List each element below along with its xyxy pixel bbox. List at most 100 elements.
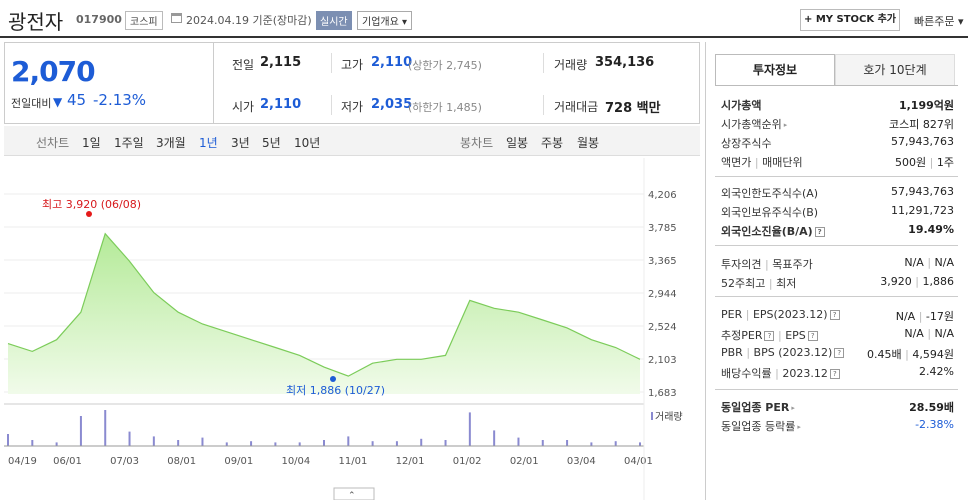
period-1y[interactable]: 1년 (199, 134, 218, 151)
high-marker (86, 211, 92, 217)
foreign-ratio-row: 외국인소진율(B/A)? 19.49% (721, 223, 954, 241)
market-cap-rank-row: 시가총액순위 ▸ 코스피 827위 (721, 116, 954, 134)
volume-bar (566, 440, 569, 446)
sector-per-value: 28.59배 (909, 401, 954, 414)
opinion-value: N/A | N/A (904, 256, 954, 269)
foreign-holding-label: 외국인보유주식수(B) (721, 206, 819, 219)
high-label: 고가 (341, 58, 364, 72)
y-tick-label: 1,683 (648, 388, 677, 399)
stock-code: 017900 (76, 13, 122, 26)
stock-name: 광전자 (8, 10, 64, 34)
candle-monthly[interactable]: 월봉 (577, 134, 599, 151)
foreign-limit-row: 외국인한도주식수(A) 57,943,763 (721, 185, 954, 203)
volume-bar (104, 410, 107, 446)
volume-bar (152, 436, 155, 446)
period-10y[interactable]: 10년 (294, 134, 320, 151)
section-divider (715, 296, 958, 297)
shares-row: 상장주식수 57,943,763 (721, 135, 954, 153)
period-3y[interactable]: 3년 (231, 134, 250, 151)
pbr-value: 0.45배 | 4,594원 (867, 348, 954, 361)
tab-orderbook[interactable]: 호가 10단계 (835, 54, 955, 86)
volume-bar (128, 431, 131, 446)
divider (331, 95, 332, 115)
candle-daily[interactable]: 일봉 (506, 134, 528, 151)
volume-legend-swatch (651, 412, 653, 420)
candle-chart-label: 봉차트 (460, 136, 494, 150)
y-tick-label: 3,365 (648, 256, 677, 267)
dividend-value: 2.42% (919, 365, 954, 378)
x-tick-label: 02/01 (510, 456, 539, 467)
market-cap-rank-value: 코스피 827위 (889, 118, 954, 131)
prev-value: 2,115 (260, 55, 302, 70)
pbr-row: PBR | BPS (2023.12)? 0.45배 | 4,594원 (721, 346, 954, 364)
y-tick-label: 2,524 (648, 322, 677, 333)
chevron-up-icon[interactable]: ⌃ (348, 491, 356, 501)
period-selector: 선차트 1일 1주일 3개월 1년 3년 5년 10년 봉차트 일봉 주봉 월봉 (4, 126, 700, 156)
x-tick-label: 10/04 (281, 456, 310, 467)
low-annotation: 최저 1,886 (10/27) (286, 384, 385, 397)
line-chart-label: 선차트 (36, 136, 70, 150)
company-info-dropdown[interactable]: 기업개요 ▾ (357, 11, 412, 30)
section-divider (715, 245, 958, 246)
help-icon[interactable]: ? (834, 348, 845, 358)
high-value: 2,110 (371, 55, 413, 70)
dividend-label: 배당수익률 | 2023.12? (721, 365, 840, 381)
market-cap-label: 시가총액 (721, 99, 762, 112)
price-stats: 전일 2,115 고가 2,110 (상한가 2,745) 거래량 354,13… (214, 42, 700, 124)
volume-bar (250, 441, 253, 446)
volume-bar (371, 441, 374, 446)
per-value: N/A | -17원 (895, 310, 954, 323)
triangle-icon: ▸ (791, 404, 795, 412)
y-tick-label: 3,785 (648, 223, 677, 234)
x-tick-label: 03/04 (567, 456, 596, 467)
volume-bar (274, 442, 277, 446)
diff-value: 45 (67, 91, 87, 109)
x-tick-label: 09/01 (224, 456, 253, 467)
market-badge: 코스피 (125, 11, 163, 30)
upper-limit: (상한가 2,745) (408, 59, 482, 72)
help-icon[interactable]: ? (829, 310, 840, 320)
current-price: 2,070 (11, 55, 96, 88)
price-chart: 4,206 3,785 3,365 2,944 2,524 2,103 1,683 04/1… (4, 158, 700, 501)
triangle-icon: ▸ (783, 121, 788, 129)
volume-label: 거래량 (554, 58, 588, 72)
sector-per-label: 동일업종 PER ▸ (721, 401, 795, 414)
volume-bar (420, 438, 423, 446)
shares-label: 상장주식수 (721, 137, 772, 150)
period-1w[interactable]: 1주일 (114, 134, 144, 151)
help-icon[interactable]: ? (764, 331, 775, 341)
high-annotation: 최고 3,920 (06/08) (42, 198, 141, 211)
52week-value: 3,920 | 1,886 (880, 275, 954, 288)
volume-bar (468, 412, 471, 446)
tab-investment-info[interactable]: 투자정보 (715, 54, 835, 86)
add-mystock-button[interactable]: + MY STOCK 추가 (800, 9, 900, 31)
low-value: 2,035 (371, 97, 413, 112)
help-icon[interactable]: ? (807, 331, 818, 341)
period-3m[interactable]: 3개월 (156, 134, 186, 151)
volume-bar (590, 442, 593, 446)
help-icon[interactable]: ? (814, 227, 825, 237)
open-label: 시가 (232, 100, 255, 114)
realtime-button[interactable]: 실시간 (316, 11, 352, 30)
foreign-holding-row: 외국인보유주식수(B) 11,291,723 (721, 204, 954, 222)
volume-bar (201, 437, 204, 446)
price-box: 2,070 전일대비 ▼ 45 -2.13% (4, 42, 214, 124)
y-tick-label: 2,103 (648, 355, 677, 366)
y-tick-label: 2,944 (648, 289, 677, 300)
section-divider (715, 176, 958, 177)
volume-bar (444, 440, 447, 446)
volume-bar (225, 442, 228, 446)
market-cap-value: 1,199억원 (898, 99, 954, 112)
divider (543, 53, 544, 73)
low-marker (330, 376, 336, 382)
period-1d[interactable]: 1일 (82, 134, 101, 151)
reference-date: 2024.04.19 기준(장마감) (186, 14, 312, 27)
candle-weekly[interactable]: 주봉 (541, 134, 563, 151)
volume-bar (298, 442, 301, 446)
period-5y[interactable]: 5년 (262, 134, 281, 151)
info-panel: 투자정보 호가 10단계 시가총액 1,199억원 시가총액순위 ▸ 코스피 82… (705, 42, 968, 500)
volume-bar (395, 441, 398, 446)
quick-order-dropdown[interactable]: 빠른주문 ▾ (914, 13, 964, 29)
help-icon[interactable]: ? (829, 369, 840, 379)
par-value-label: 액면가 | 매매단위 (721, 156, 803, 169)
